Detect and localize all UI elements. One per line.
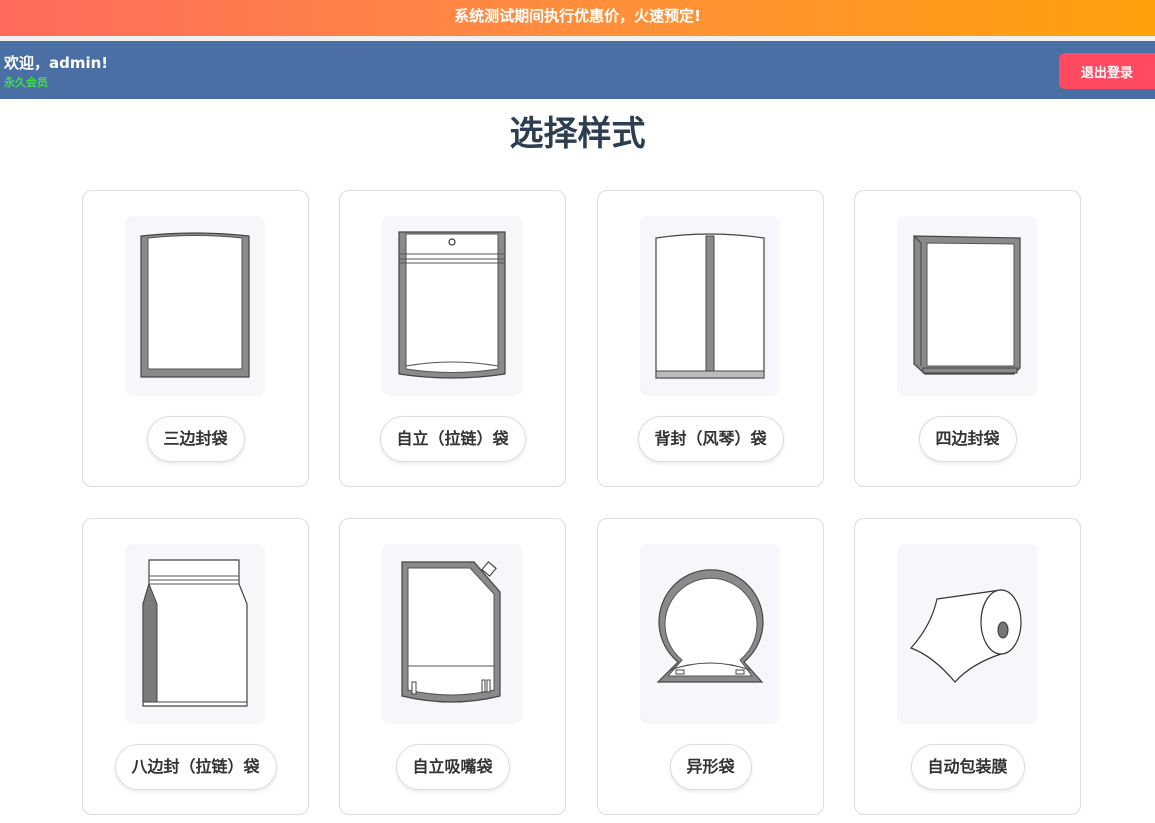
film-roll-icon <box>897 544 1037 724</box>
style-label: 自动包装膜 <box>910 744 1025 790</box>
style-card-three-side-seal[interactable]: 三边封袋 <box>82 190 309 487</box>
style-label: 自立（拉链）袋 <box>379 416 526 462</box>
style-card-spout-pouch[interactable]: 自立吸嘴袋 <box>339 518 566 815</box>
logout-button[interactable]: 退出登录 <box>1059 53 1155 89</box>
style-label: 四边封袋 <box>918 416 1017 462</box>
spout-pouch-icon <box>382 544 522 724</box>
four-side-seal-bag-icon <box>897 216 1037 396</box>
style-label: 自立吸嘴袋 <box>395 744 510 790</box>
style-card-shaped-bag[interactable]: 异形袋 <box>597 518 824 815</box>
welcome-text: 欢迎，admin! <box>4 54 109 72</box>
style-label: 异形袋 <box>669 744 752 790</box>
page-title: 选择样式 <box>509 114 646 154</box>
style-card-back-seal-gusset[interactable]: 背封（风琴）袋 <box>597 190 824 487</box>
stand-up-zipper-bag-icon <box>382 216 522 396</box>
promo-banner: 系统测试期间执行优惠价，火速预定! <box>0 0 1155 36</box>
style-label: 背封（风琴）袋 <box>637 416 784 462</box>
style-card-stand-up-zipper[interactable]: 自立（拉链）袋 <box>339 190 566 487</box>
style-card-four-side-seal[interactable]: 四边封袋 <box>854 190 1081 487</box>
style-card-film-roll[interactable]: 自动包装膜 <box>854 518 1081 815</box>
style-label: 八边封（拉链）袋 <box>114 744 277 790</box>
membership-badge: 永久会员 <box>4 76 48 89</box>
back-seal-gusset-bag-icon <box>640 216 780 396</box>
top-bar: 欢迎，admin! 永久会员 退出登录 <box>0 41 1155 99</box>
shaped-bag-icon <box>640 544 780 724</box>
style-card-eight-side-seal-zipper[interactable]: 八边封（拉链）袋 <box>82 518 309 815</box>
eight-side-seal-zipper-bag-icon <box>125 544 265 724</box>
three-side-seal-bag-icon <box>125 216 265 396</box>
style-label: 三边封袋 <box>146 416 245 462</box>
